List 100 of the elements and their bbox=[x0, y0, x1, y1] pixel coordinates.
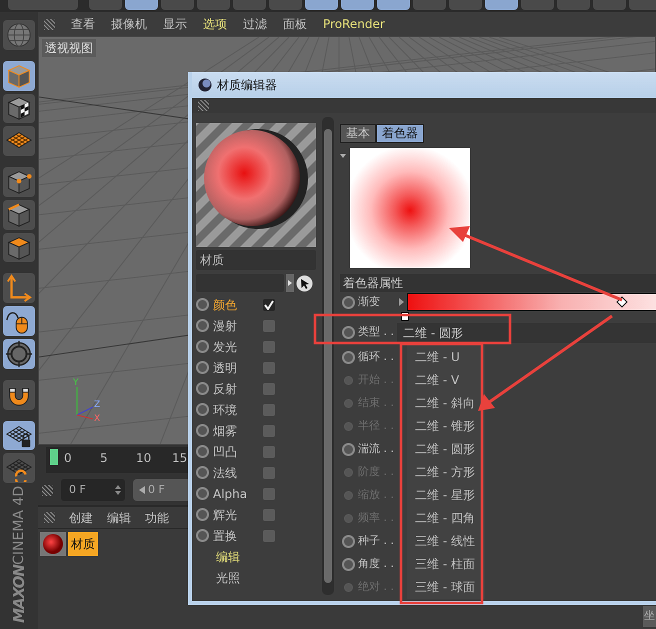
toolbar-button[interactable] bbox=[485, 0, 518, 10]
tab[interactable]: 基本 bbox=[340, 124, 376, 143]
radio-icon[interactable] bbox=[196, 529, 209, 542]
toolbar-button[interactable] bbox=[125, 0, 158, 10]
channel-checkbox[interactable] bbox=[263, 488, 275, 500]
menu-item[interactable]: 摄像机 bbox=[111, 15, 147, 33]
channel-checkbox[interactable] bbox=[263, 404, 275, 416]
expand-button[interactable] bbox=[286, 274, 294, 292]
menu-item[interactable]: 过滤 bbox=[243, 15, 267, 33]
dropdown-option[interactable]: 二维 - 斜向 bbox=[407, 392, 485, 415]
menu-item[interactable]: 功能 bbox=[145, 508, 169, 526]
tool-button[interactable] bbox=[3, 200, 35, 230]
channel-checkbox[interactable] bbox=[263, 320, 275, 332]
radio-icon bbox=[344, 583, 353, 592]
check-icon bbox=[264, 300, 274, 310]
radio-icon[interactable] bbox=[342, 443, 355, 456]
channel-checkbox[interactable] bbox=[263, 382, 275, 394]
channel-label[interactable]: 颜色 bbox=[213, 296, 259, 314]
expand-icon[interactable] bbox=[399, 298, 404, 306]
radio-icon[interactable] bbox=[196, 319, 209, 332]
gradient-bar[interactable] bbox=[407, 293, 656, 311]
channel-label[interactable]: 烟雾 bbox=[213, 422, 259, 440]
dropdown-option[interactable]: 三维 - 线性 bbox=[407, 530, 485, 553]
tool-button[interactable] bbox=[3, 126, 35, 156]
page-link[interactable]: 光照 bbox=[196, 567, 316, 588]
frame-field[interactable]: 0 F bbox=[61, 479, 125, 501]
channel-label[interactable]: 发光 bbox=[213, 338, 259, 356]
radio-icon[interactable] bbox=[196, 466, 209, 479]
radio-icon[interactable] bbox=[342, 326, 355, 339]
channel-label[interactable]: 置换 bbox=[213, 526, 259, 544]
material-swatch-drawing[interactable] bbox=[40, 532, 66, 556]
scrollbar-thumb[interactable] bbox=[324, 129, 332, 583]
dropdown-option[interactable]: 二维 - U bbox=[407, 346, 485, 369]
spinner-icon[interactable] bbox=[115, 485, 121, 495]
dropdown-option[interactable]: 二维 - 圆形 bbox=[407, 438, 485, 461]
tool-button[interactable] bbox=[3, 167, 35, 197]
collapse-icon[interactable] bbox=[340, 154, 346, 158]
menu-item[interactable]: ProRender bbox=[323, 15, 385, 33]
channel-label[interactable]: 透明 bbox=[213, 358, 259, 376]
pointer-icon[interactable] bbox=[296, 274, 313, 292]
channel-label[interactable]: 辉光 bbox=[213, 506, 259, 524]
menu-item[interactable]: 显示 bbox=[163, 15, 187, 33]
tool-button[interactable] bbox=[3, 232, 35, 262]
menu-item[interactable]: 编辑 bbox=[107, 508, 131, 526]
radio-icon[interactable] bbox=[342, 296, 355, 308]
channel-checkbox[interactable] bbox=[263, 530, 275, 542]
radio-icon[interactable] bbox=[196, 445, 209, 458]
toolbar-button[interactable] bbox=[341, 0, 374, 10]
radio-icon[interactable] bbox=[196, 382, 209, 395]
dropdown-option[interactable]: 二维 - 四角 bbox=[407, 507, 485, 530]
type-dropdown[interactable]: 二维 - 圆形 bbox=[397, 322, 656, 342]
channel-label[interactable]: 反射 bbox=[213, 380, 259, 398]
channel-label[interactable]: 法线 bbox=[213, 464, 259, 482]
dropdown-option[interactable]: 二维 - 锥形 bbox=[407, 415, 485, 438]
channel-checkbox[interactable] bbox=[263, 362, 275, 374]
tool-button[interactable] bbox=[3, 94, 35, 124]
tab[interactable]: 着色器 bbox=[376, 124, 424, 143]
left-arrow-icon[interactable] bbox=[139, 486, 145, 494]
menu-item[interactable]: 创建 bbox=[69, 508, 93, 526]
menu-item[interactable]: 查看 bbox=[71, 15, 95, 33]
radio-icon[interactable] bbox=[196, 298, 209, 311]
channel-checkbox[interactable] bbox=[263, 446, 275, 458]
channel-checkbox[interactable] bbox=[263, 466, 275, 478]
page-link[interactable]: 编辑 bbox=[196, 546, 316, 567]
radio-icon[interactable] bbox=[342, 351, 355, 364]
channel-checkbox[interactable] bbox=[263, 340, 275, 352]
channel-checkbox[interactable] bbox=[263, 298, 275, 310]
radio-icon[interactable] bbox=[196, 340, 209, 353]
radio-icon[interactable] bbox=[342, 558, 355, 571]
radio-icon[interactable] bbox=[196, 361, 209, 374]
menu-item[interactable]: 面板 bbox=[283, 15, 307, 33]
dropdown-option[interactable]: 三维 - 球面 bbox=[407, 576, 485, 599]
channel-checkbox[interactable] bbox=[263, 508, 275, 520]
tool-button[interactable] bbox=[3, 420, 35, 450]
dropdown-option[interactable]: 二维 - 星形 bbox=[407, 484, 485, 507]
dropdown-option[interactable]: 二维 - V bbox=[407, 369, 485, 392]
start-frame-field[interactable]: 0 F bbox=[133, 479, 191, 501]
radio-icon[interactable] bbox=[196, 403, 209, 416]
material-name[interactable]: 材质 bbox=[68, 532, 98, 556]
channel-label[interactable]: 漫射 bbox=[213, 316, 259, 334]
radio-icon[interactable] bbox=[342, 535, 355, 548]
tool-button[interactable] bbox=[3, 453, 35, 484]
tool-button[interactable] bbox=[3, 306, 35, 336]
name-field[interactable]: 材质 bbox=[196, 250, 316, 270]
channel-label[interactable]: Alpha bbox=[213, 484, 259, 502]
radio-icon[interactable] bbox=[196, 487, 209, 500]
tool-button[interactable] bbox=[3, 339, 35, 369]
scrollbar[interactable] bbox=[322, 117, 334, 595]
tool-button[interactable] bbox=[3, 380, 35, 410]
channel-label[interactable]: 环境 bbox=[213, 400, 259, 418]
toolbar-button[interactable] bbox=[305, 0, 338, 10]
channel-checkbox[interactable] bbox=[263, 424, 275, 436]
radio-icon[interactable] bbox=[196, 424, 209, 437]
grip-icon bbox=[44, 512, 55, 523]
toolbar-button[interactable] bbox=[377, 0, 410, 10]
radio-icon[interactable] bbox=[196, 508, 209, 521]
menu-item[interactable]: 选项 bbox=[203, 15, 227, 33]
dropdown-option[interactable]: 二维 - 方形 bbox=[407, 461, 485, 484]
channel-label[interactable]: 凹凸 bbox=[213, 442, 259, 460]
dropdown-option[interactable]: 三维 - 柱面 bbox=[407, 553, 485, 576]
